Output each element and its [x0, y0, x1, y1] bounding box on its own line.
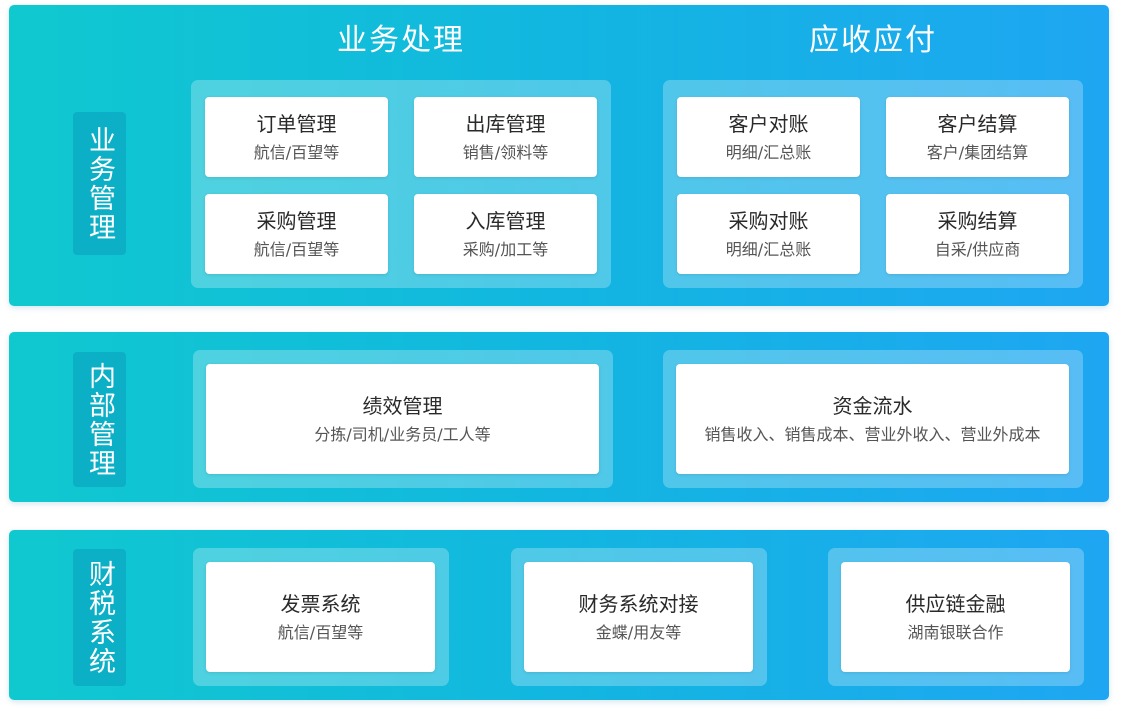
card-title: 财务系统对接 — [578, 591, 699, 616]
card-title: 客户对账 — [728, 111, 809, 136]
section-title-receivables-payables: 应收应付 — [809, 23, 937, 58]
card-invoice-system[interactable]: 发票系统 航信/百望等 — [206, 562, 435, 672]
card-subtitle: 客户/集团结算 — [926, 142, 1029, 162]
card-purchase-settlement[interactable]: 采购结算 自采/供应商 — [886, 194, 1069, 274]
card-purchase-management[interactable]: 采购管理 航信/百望等 — [205, 194, 388, 274]
card-title: 订单管理 — [256, 111, 337, 136]
card-title: 采购对账 — [728, 208, 809, 233]
card-title: 绩效管理 — [362, 393, 443, 418]
card-subtitle: 金蝶/用友等 — [595, 622, 682, 642]
card-subtitle: 销售收入、销售成本、营业外收入、营业外成本 — [704, 424, 1041, 444]
card-subtitle: 航信/百望等 — [277, 622, 364, 642]
card-title: 采购结算 — [937, 208, 1018, 233]
side-label-internal-management: 内部管理 — [73, 352, 126, 487]
panel-finance-tax: 财税系统 发票系统 航信/百望等 财务系统对接 金蝶/用友等 供应链金融 湖南银… — [9, 530, 1109, 700]
section-title-business-processing: 业务处理 — [337, 23, 465, 58]
card-order-management[interactable]: 订单管理 航信/百望等 — [205, 97, 388, 177]
card-purchase-reconciliation[interactable]: 采购对账 明细/汇总账 — [677, 194, 860, 274]
card-title: 采购管理 — [256, 208, 337, 233]
panel-business-management: 业务管理 业务处理 应收应付 订单管理 航信/百望等 出库管理 销售/领料等 采… — [9, 5, 1109, 306]
card-supply-chain-finance[interactable]: 供应链金融 湖南银联合作 — [841, 562, 1070, 672]
card-subtitle: 销售/领料等 — [462, 142, 549, 162]
side-label-business-management: 业务管理 — [73, 112, 126, 255]
card-title: 客户结算 — [937, 111, 1018, 136]
card-outbound-management[interactable]: 出库管理 销售/领料等 — [414, 97, 597, 177]
card-title: 入库管理 — [465, 208, 546, 233]
card-subtitle: 湖南银联合作 — [907, 622, 1004, 642]
card-title: 出库管理 — [465, 111, 546, 136]
card-title: 资金流水 — [832, 393, 913, 418]
card-finance-system-integration[interactable]: 财务系统对接 金蝶/用友等 — [524, 562, 753, 672]
card-performance-management[interactable]: 绩效管理 分拣/司机/业务员/工人等 — [206, 364, 599, 474]
card-subtitle: 自采/供应商 — [934, 239, 1021, 259]
card-subtitle: 航信/百望等 — [253, 239, 340, 259]
card-inbound-management[interactable]: 入库管理 采购/加工等 — [414, 194, 597, 274]
card-customer-settlement[interactable]: 客户结算 客户/集团结算 — [886, 97, 1069, 177]
card-subtitle: 明细/汇总账 — [725, 142, 812, 162]
card-subtitle: 分拣/司机/业务员/工人等 — [314, 424, 491, 444]
side-label-finance-tax: 财税系统 — [73, 549, 126, 686]
panel-internal-management: 内部管理 绩效管理 分拣/司机/业务员/工人等 资金流水 销售收入、销售成本、营… — [9, 332, 1109, 502]
card-title: 供应链金融 — [905, 591, 1006, 616]
card-subtitle: 采购/加工等 — [462, 239, 549, 259]
card-cash-flow[interactable]: 资金流水 销售收入、销售成本、营业外收入、营业外成本 — [676, 364, 1069, 474]
card-subtitle: 明细/汇总账 — [725, 239, 812, 259]
card-title: 发票系统 — [280, 591, 361, 616]
card-customer-reconciliation[interactable]: 客户对账 明细/汇总账 — [677, 97, 860, 177]
card-subtitle: 航信/百望等 — [253, 142, 340, 162]
